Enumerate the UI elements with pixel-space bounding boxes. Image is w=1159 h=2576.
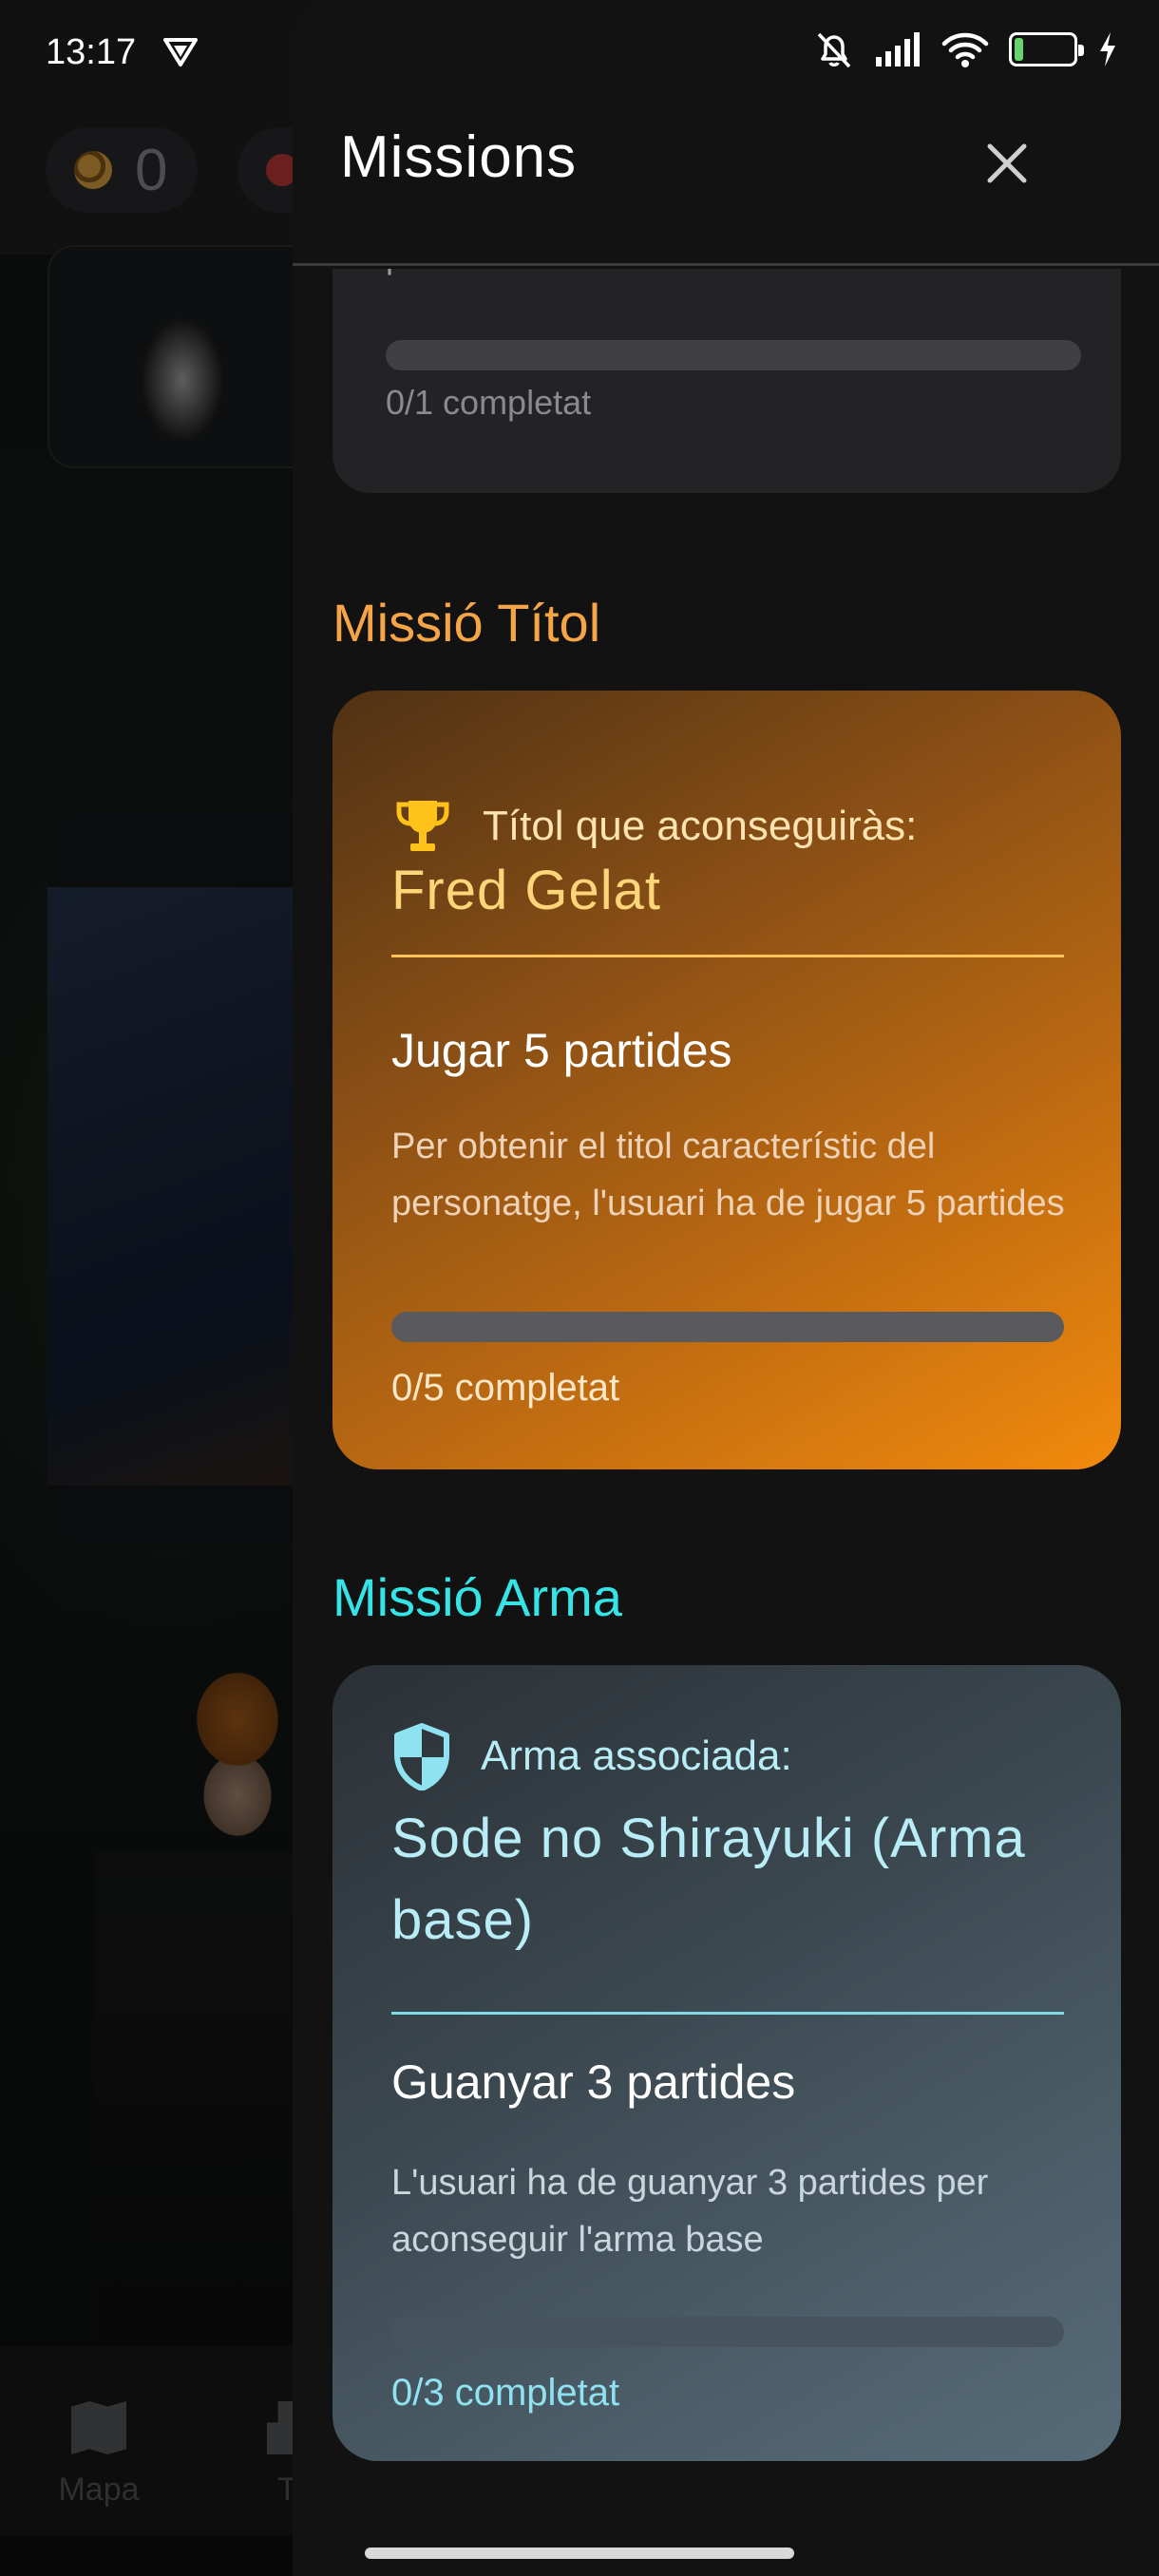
mission-name: Jugar 5 partides [391, 1024, 732, 1077]
mission-card-title: Títol que aconseguiràs: Fred Gelat Jugar… [332, 691, 1121, 1469]
mission-progress-bar [386, 340, 1081, 370]
reward-row: Arma associada: [391, 1722, 792, 1790]
charging-icon [1100, 32, 1115, 66]
reward-name: Fred Gelat [391, 860, 661, 921]
battery-icon: 14 [1009, 32, 1084, 66]
trophy-icon [396, 801, 449, 851]
reward-label: Títol que aconseguiràs: [483, 803, 918, 849]
divider [391, 2012, 1064, 2015]
notifications-off-icon [817, 32, 851, 68]
wifi-icon [941, 32, 989, 67]
mission-description: Per obtenir el titol característic del p… [391, 1127, 1065, 1223]
divider [391, 955, 1064, 957]
reward-row: Títol que aconseguiràs: [391, 795, 917, 858]
screen: 0 Mapa Te 13:17 [0, 0, 1159, 2576]
battery-fill [1015, 38, 1024, 61]
close-icon [987, 143, 1027, 183]
mission-card-previous: per rebre 100 monedes 0/1 completat [332, 269, 1121, 493]
battery-tip [1078, 45, 1084, 56]
mission-card-weapon: Arma associada: Sode no Shirayuki (Arma … [332, 1665, 1121, 2461]
mission-name: Guanyar 3 partides [391, 2055, 796, 2109]
mission-progress-text: 0/1 completat [386, 383, 592, 422]
shield-icon [394, 1723, 449, 1790]
mission-description: L'usuari ha de guanyar 3 partides per ac… [391, 2163, 989, 2260]
reward-label: Arma associada: [481, 1733, 792, 1779]
mission-progress-bar [391, 2317, 1064, 2347]
drawer-title: Missions [340, 124, 578, 190]
mission-progress-bar [391, 1312, 1064, 1342]
mission-description: per rebre 100 monedes [386, 269, 741, 276]
status-time: 13:17 [46, 32, 137, 72]
reward-name: Sode no Shirayuki (Arma base) [391, 1808, 1026, 1951]
section-heading-title-mission: Missió Títol [332, 593, 601, 653]
mission-progress-text: 0/3 completat [391, 2372, 620, 2414]
home-indicator[interactable] [365, 2548, 794, 2559]
mission-progress-text: 0/5 completat [391, 1367, 620, 1409]
status-bar: 13:17 14 [0, 0, 1159, 104]
signal-icon [876, 32, 920, 66]
battery-level: 14 [1031, 37, 1055, 61]
missions-list[interactable]: per rebre 100 monedes 0/1 completat Miss… [293, 269, 1159, 2529]
close-button[interactable] [973, 129, 1041, 198]
vpn-icon [163, 38, 198, 66]
missions-drawer: Missions per rebre 100 monedes 0/1 compl… [293, 0, 1159, 2576]
section-heading-weapon-mission: Missió Arma [332, 1567, 622, 1627]
